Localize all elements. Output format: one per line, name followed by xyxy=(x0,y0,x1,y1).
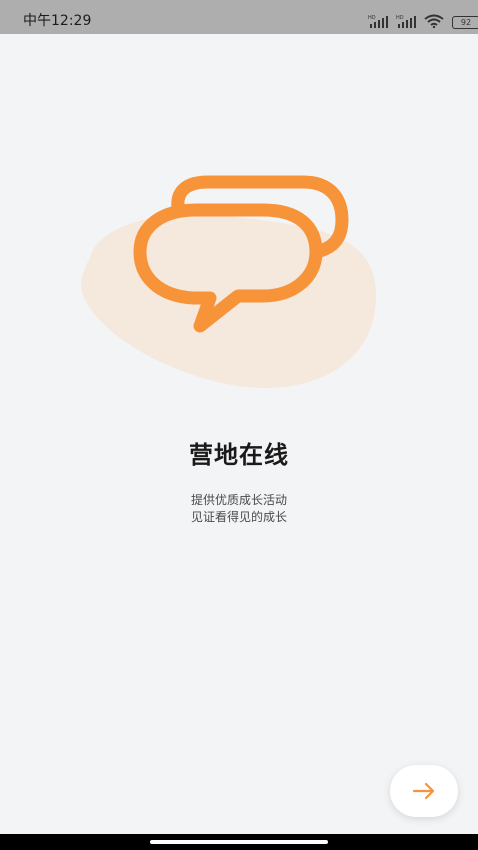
status-bar: 中午12:29 HD HD 92 xyxy=(0,0,478,34)
status-time: 中午12:29 xyxy=(23,13,92,29)
next-button[interactable] xyxy=(390,765,458,817)
signal-icon: HD xyxy=(396,15,416,28)
svg-text:HD: HD xyxy=(396,15,404,21)
wifi-icon xyxy=(424,14,444,28)
svg-text:HD: HD xyxy=(368,15,376,21)
battery-indicator: 92 xyxy=(452,16,478,29)
signal-icon: HD xyxy=(368,15,388,28)
chat-bubbles-icon xyxy=(81,175,377,388)
arrow-right-icon xyxy=(412,782,435,800)
home-indicator[interactable] xyxy=(150,840,328,844)
subtitle-line-1: 提供优质成长活动 xyxy=(190,493,287,507)
page-title: 营地在线 xyxy=(189,441,289,469)
subtitle-line-2: 见证看得见的成长 xyxy=(190,510,287,524)
system-navigation-bar xyxy=(0,834,478,850)
